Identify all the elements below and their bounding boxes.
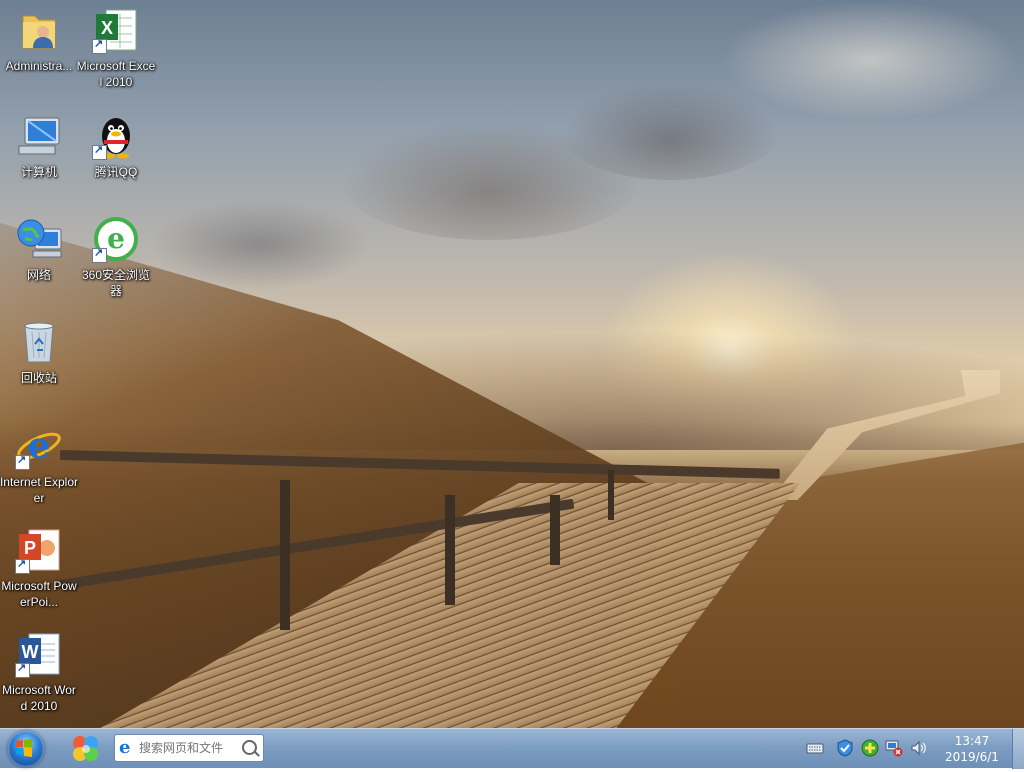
svg-text:W: W (22, 642, 39, 662)
windows-logo-icon (16, 739, 32, 757)
desktop-icon-360-browser[interactable]: e 360安全浏览器 (76, 215, 156, 299)
keyboard-icon[interactable] (806, 739, 824, 757)
start-button[interactable] (6, 731, 48, 767)
desktop-icon-administrator[interactable]: Administra... (0, 6, 79, 74)
network-error-icon[interactable] (885, 739, 903, 757)
network-globe-icon (15, 215, 63, 263)
desktop-wallpaper (0, 0, 1024, 728)
shield-check-icon[interactable] (836, 739, 854, 757)
word-icon: W (15, 630, 63, 678)
ie-icon: e (15, 422, 63, 470)
svg-text:P: P (24, 538, 36, 558)
green-plus-icon[interactable] (861, 739, 879, 757)
svg-text:e: e (107, 222, 125, 255)
360-browser-icon: e (92, 215, 140, 263)
shortcut-arrow-icon (15, 661, 30, 678)
show-desktop-button[interactable] (1012, 729, 1024, 769)
ie-search-icon: e (119, 737, 131, 758)
shortcut-arrow-icon (15, 557, 30, 574)
multicolor-app-icon (73, 736, 98, 761)
desktop-icon-network[interactable]: 网络 (0, 215, 79, 283)
shortcut-arrow-icon (92, 143, 107, 160)
svg-text:e: e (28, 425, 51, 467)
desktop-icon-powerpoint[interactable]: P Microsoft PowerPoi... (0, 526, 79, 610)
shortcut-arrow-icon (92, 246, 107, 263)
svg-text:X: X (101, 18, 113, 38)
desktop-icon-word[interactable]: W Microsoft Word 2010 (0, 630, 79, 714)
shortcut-arrow-icon (15, 453, 30, 470)
desktop-icon-qq[interactable]: 腾讯QQ (76, 112, 156, 180)
desktop-icon-excel[interactable]: X Microsoft Excel 2010 (76, 6, 156, 90)
shortcut-arrow-icon (92, 37, 107, 54)
powerpoint-icon: P (15, 526, 63, 574)
qq-penguin-icon (92, 112, 140, 160)
search-input[interactable] (139, 737, 239, 759)
user-folder-icon (15, 6, 63, 54)
taskbar-search-box[interactable]: e (114, 734, 264, 762)
volume-icon[interactable] (910, 739, 928, 757)
desktop-icon-internet-explorer[interactable]: e Internet Explorer (0, 422, 79, 506)
taskbar-pinned-app[interactable] (60, 731, 112, 767)
clock-time: 13:47 (954, 734, 990, 748)
search-icon[interactable] (242, 740, 257, 755)
excel-icon: X (92, 6, 140, 54)
computer-icon (15, 112, 63, 160)
desktop-icon-recycle-bin[interactable]: 回收站 (0, 318, 79, 386)
taskbar-clock[interactable]: 13:47 2019/6/1 (934, 733, 1010, 765)
recycle-bin-icon (15, 318, 63, 366)
clock-date: 2019/6/1 (945, 750, 999, 764)
taskbar: e 13:47 2019/6/1 (0, 728, 1024, 769)
desktop-icon-computer[interactable]: 计算机 (0, 112, 79, 180)
